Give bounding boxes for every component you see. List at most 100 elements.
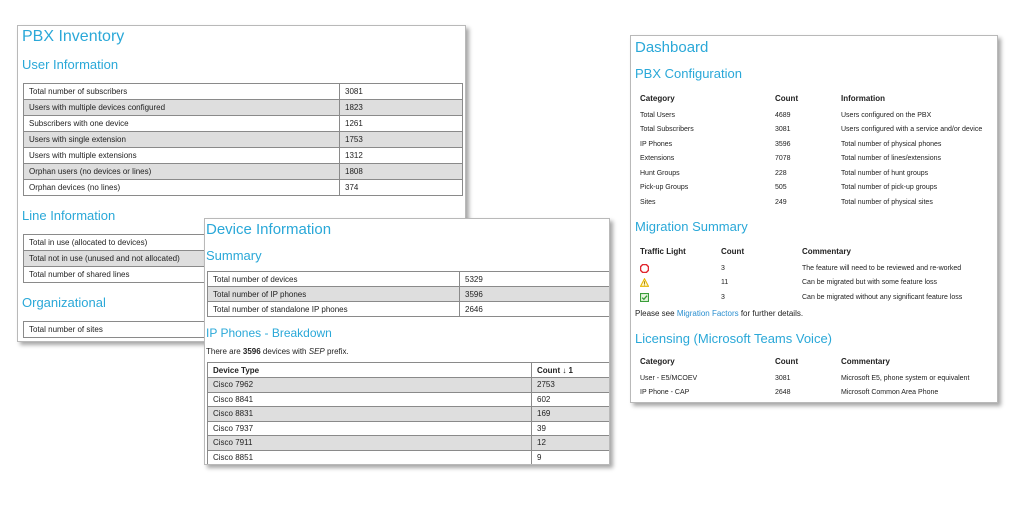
table-row: Subscribers with one device 1261	[23, 115, 463, 132]
row-value: 2646	[459, 301, 609, 317]
device-summary-table: Total number of devices 5329 Total number…	[207, 271, 609, 317]
table-row: Pick-up Groups 505 Total number of pick-up…	[640, 184, 938, 192]
table-row: Total number of subscribers 3081	[23, 83, 463, 100]
licensing-heading: Licensing (Microsoft Teams Voice)	[635, 331, 833, 346]
row-label: Orphan devices (no lines)	[23, 179, 340, 196]
table-row: Cisco 7937 39	[207, 420, 609, 436]
count-cell: 39	[531, 420, 609, 436]
information-column-header: Information	[841, 94, 885, 103]
table-row: Cisco 8841 602	[207, 391, 609, 407]
count-cell: 602	[531, 391, 609, 407]
table-row: IP Phones 3596 Total number of physical ph…	[640, 140, 942, 148]
dashboard-panel: Dashboard PBX Configuration Category Cou…	[630, 35, 998, 403]
table-header-row: Device Type Count ↓ 1	[207, 362, 609, 378]
table-row: Cisco 8831 169	[207, 406, 609, 422]
row-label: Users with multiple extensions	[23, 147, 340, 164]
yellow-warning-icon	[640, 278, 649, 288]
pbx-configuration-table: Category Count Information Total Users 46…	[640, 94, 996, 210]
row-label: Total number of devices	[207, 271, 460, 287]
table-row: Total Subscribers 3081 Users configured wi…	[640, 126, 983, 134]
table-header-row: Category Count Commentary	[640, 357, 996, 371]
device-type-table: Device Type Count ↓ 1 Cisco 7962 2753 Cis…	[207, 362, 609, 464]
count-cell: 12	[531, 435, 609, 451]
device-type-column-header[interactable]: Device Type	[207, 362, 532, 378]
row-label: Total number of IP phones	[207, 286, 460, 302]
count-cell: 9	[531, 449, 609, 464]
pbx-configuration-heading: PBX Configuration	[635, 66, 742, 81]
row-value: 374	[339, 179, 463, 196]
summary-heading: Summary	[206, 248, 262, 263]
row-label: Total number of subscribers	[23, 83, 340, 100]
table-row: Total number of devices 5329	[207, 271, 609, 287]
count-column-header: Count	[775, 357, 799, 366]
table-row: 3 Can be migrated without any significan…	[640, 290, 996, 305]
table-row: 3 The feature will need to be reviewed a…	[640, 261, 996, 276]
device-type-cell: Cisco 7962	[207, 377, 532, 393]
table-row: Users with multiple extensions 1312	[23, 147, 463, 164]
table-row: Hunt Groups 228 Total number of hunt group…	[640, 169, 929, 177]
count-cell: 2753	[531, 377, 609, 393]
table-row: Sites 249 Total number of physical sites	[640, 198, 933, 206]
row-value: 1808	[339, 163, 463, 180]
category-column-header: Category	[640, 94, 675, 103]
table-row: IP Phone - CAP 2648 Microsoft Common Area …	[640, 389, 939, 397]
row-label: Orphan users (no devices or lines)	[23, 163, 340, 180]
table-row: User - E5/MCOEV 3081 Microsoft E5, phone s…	[640, 374, 970, 382]
row-value: 1753	[339, 131, 463, 148]
row-value: 3081	[339, 83, 463, 100]
sep-prefix-note: There are 3596 devices with SEP prefix.	[206, 347, 349, 356]
table-row: Orphan devices (no lines) 374	[23, 179, 463, 196]
row-value: 5329	[459, 271, 609, 287]
device-information-panel: Device Information Summary Total number …	[204, 218, 610, 465]
table-row: Users with single extension 1753	[23, 131, 463, 148]
count-cell: 169	[531, 406, 609, 422]
migration-summary-table: Traffic Light Count Commentary 3 The fea…	[640, 247, 996, 305]
migration-factors-note: Please see Migration Factors for further…	[635, 309, 804, 318]
table-row: Total Users 4689 Users configured on the P…	[640, 111, 932, 119]
traffic-light-column-header: Traffic Light	[640, 247, 686, 256]
sep-device-count: 3596	[242, 347, 261, 356]
table-header-row: Traffic Light Count Commentary	[640, 247, 996, 261]
device-information-title: Device Information	[206, 221, 332, 238]
table-row: Cisco 7911 12	[207, 435, 609, 451]
table-row: Cisco 8851 9	[207, 449, 609, 464]
row-value: 3596	[459, 286, 609, 302]
red-octagon-icon	[640, 263, 649, 273]
dashboard-title: Dashboard	[635, 39, 709, 56]
table-row: Orphan users (no devices or lines) 1808	[23, 163, 463, 180]
table-row: Users with multiple devices configured 18…	[23, 99, 463, 116]
organizational-heading: Organizational	[22, 295, 106, 310]
category-column-header: Category	[640, 357, 675, 366]
user-information-heading: User Information	[22, 57, 119, 72]
ip-phones-breakdown-heading: IP Phones - Breakdown	[206, 326, 332, 340]
device-type-cell: Cisco 7911	[207, 435, 532, 451]
table-row: Total number of IP phones 3596	[207, 286, 609, 302]
green-check-icon	[640, 292, 649, 302]
row-value: 1823	[339, 99, 463, 116]
licensing-table: Category Count Commentary User - E5/MCOE…	[640, 357, 996, 400]
migration-factors-link[interactable]: Migration Factors	[677, 309, 739, 318]
row-label: Total number of standalone IP phones	[207, 301, 460, 317]
count-column-header[interactable]: Count ↓ 1	[531, 362, 609, 378]
device-type-cell: Cisco 8851	[207, 449, 532, 464]
user-information-table: Total number of subscribers 3081 Users wi…	[23, 83, 463, 196]
table-row: Cisco 7962 2753	[207, 377, 609, 393]
row-value: 1312	[339, 147, 463, 164]
device-type-cell: Cisco 8831	[207, 406, 532, 422]
count-column-header: Count	[775, 94, 799, 103]
row-value: 1261	[339, 115, 463, 132]
device-type-cell: Cisco 8841	[207, 391, 532, 407]
table-row: Total number of standalone IP phones 2646	[207, 301, 609, 317]
row-label: Subscribers with one device	[23, 115, 340, 132]
pbx-inventory-title: PBX Inventory	[22, 28, 125, 45]
line-information-heading: Line Information	[22, 208, 116, 223]
device-type-cell: Cisco 7937	[207, 420, 532, 436]
row-label: Users with multiple devices configured	[23, 99, 340, 116]
table-row: 11 Can be migrated but with some feature…	[640, 276, 996, 291]
commentary-column-header: Commentary	[802, 247, 851, 256]
count-column-header: Count	[721, 247, 745, 256]
commentary-column-header: Commentary	[841, 357, 890, 366]
table-header-row: Category Count Information	[640, 94, 996, 108]
row-label: Users with single extension	[23, 131, 340, 148]
table-row: Extensions 7078 Total number of lines/exte…	[640, 155, 941, 163]
